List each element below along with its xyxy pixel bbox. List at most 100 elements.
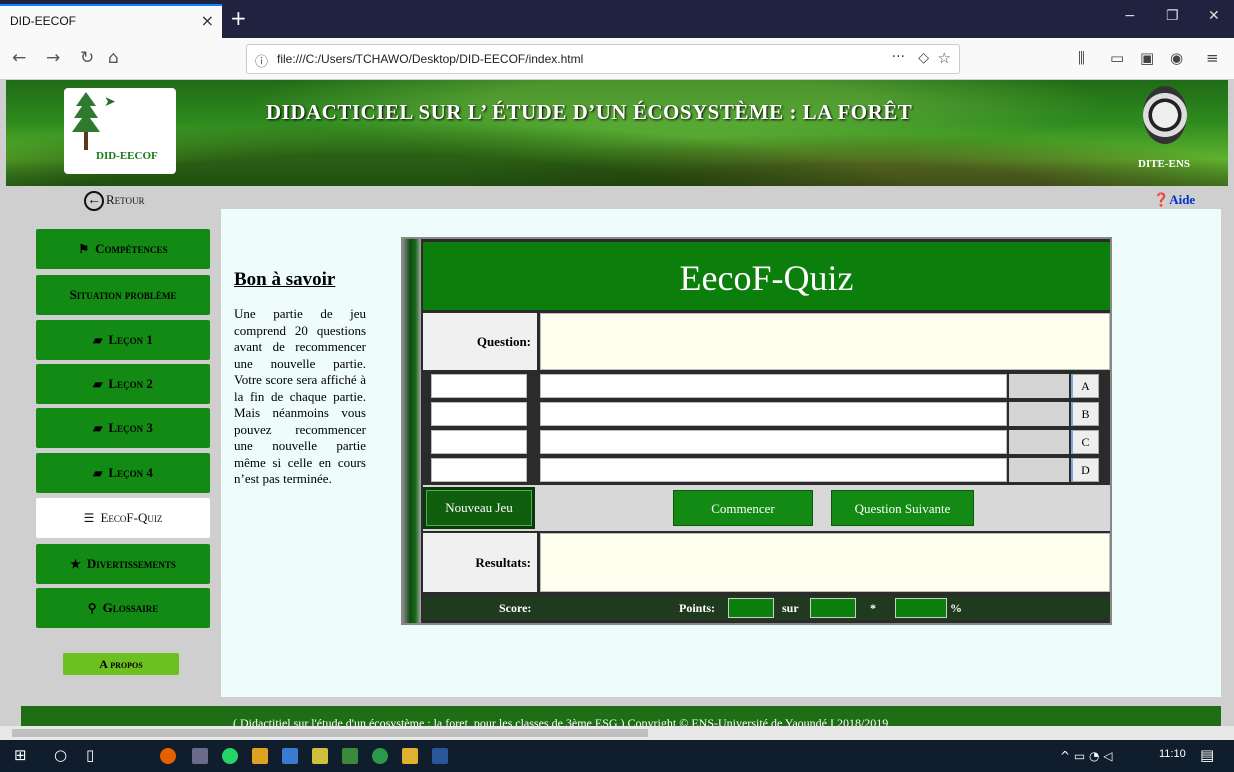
browser-nav-bar: ← → ↻ ⌂ ⓘ file:///C:/Users/TCHAWO/Deskto… [0, 38, 1234, 80]
question-field[interactable] [540, 313, 1110, 370]
aide-label: Aide [1169, 192, 1196, 207]
answer-a-button[interactable]: A [1071, 374, 1099, 398]
sidebar-item-lecon-4[interactable]: ▰ Leçon 4 [36, 453, 210, 493]
answer-a-text [540, 374, 1007, 398]
aide-link[interactable]: ❓Aide [1153, 192, 1195, 208]
bon-a-savoir-text: Une partie de jeu comprend 20 questions … [234, 306, 366, 486]
retour-link[interactable]: ← Retour [84, 191, 145, 211]
sur-field [810, 598, 856, 618]
whatsapp-icon[interactable] [222, 748, 238, 764]
notes-icon[interactable] [312, 748, 328, 764]
bird-icon: ➤ [104, 94, 116, 110]
percent-label: % [950, 601, 962, 615]
answer-a-gap [1009, 374, 1069, 398]
new-tab-button[interactable]: + [230, 6, 247, 30]
pocket-icon[interactable]: ◇ [918, 50, 929, 66]
flag-icon: ⚑ [78, 242, 90, 256]
restore-icon[interactable]: ❐ [1166, 8, 1179, 24]
quiz-title: EecoF-Quiz [423, 242, 1110, 310]
sidebar-item-label: Leçon 2 [108, 376, 153, 391]
sur-label: sur [782, 601, 799, 615]
browser-tab-bar: DID-EECOF × + − ❐ ✕ [0, 0, 1234, 38]
windows-start-icon[interactable]: ⊞ [14, 746, 27, 764]
url-bar[interactable]: ⓘ file:///C:/Users/TCHAWO/Desktop/DID-EE… [246, 44, 960, 74]
nouveau-jeu-button[interactable]: Nouveau Jeu [423, 487, 535, 529]
star-app-icon[interactable] [252, 748, 268, 764]
sidebar-item-label: Compétences [95, 241, 168, 256]
close-window-icon[interactable]: ✕ [1208, 8, 1220, 24]
minimize-icon[interactable]: − [1124, 8, 1136, 24]
resultats-field[interactable] [540, 533, 1110, 592]
menu-icon[interactable]: ≡ [1206, 49, 1219, 67]
apropos-button[interactable]: A propos [63, 653, 179, 675]
points-field [728, 598, 774, 618]
sidebar-item-situation[interactable]: Situation problème [36, 275, 210, 315]
sidebar-item-label: Glossaire [102, 600, 159, 615]
sidebar-item-divertissements[interactable]: ★ Divertissements [36, 544, 210, 584]
answer-b-gap [1009, 402, 1069, 426]
editor-icon[interactable] [342, 748, 358, 764]
back-icon[interactable]: ← [12, 48, 26, 68]
extension-icon[interactable]: ▣ [1140, 49, 1154, 67]
site-logo[interactable]: ➤ DID-EECOF [64, 88, 176, 174]
notification-icon[interactable]: ▤ [1200, 746, 1214, 764]
answer-b-side [431, 402, 527, 426]
page-actions-icon[interactable]: ··· [892, 49, 905, 65]
back-arrow-icon: ← [84, 191, 104, 211]
reload-icon[interactable]: ↻ [80, 48, 94, 68]
tray-icons[interactable]: ^ ▭ ◔ ◁ [1060, 749, 1113, 763]
mail-icon[interactable] [282, 748, 298, 764]
clock[interactable]: 11:10 [1159, 748, 1186, 760]
list-icon: ☰ [83, 511, 95, 525]
sidebar-item-glossaire[interactable]: ⚲ Glossaire [36, 588, 210, 628]
app-icon[interactable] [192, 748, 208, 764]
bookmark-star-icon[interactable]: ☆ [938, 49, 951, 67]
seal-text: DITE-ENS [1138, 158, 1190, 170]
sidebar-item-lecon-2[interactable]: ▰ Leçon 2 [36, 364, 210, 404]
file-explorer-icon[interactable] [402, 748, 418, 764]
url-text[interactable]: file:///C:/Users/TCHAWO/Desktop/DID-EECO… [277, 52, 583, 66]
forward-icon[interactable]: → [46, 48, 60, 68]
score-label: Score: [499, 601, 532, 615]
task-view-icon[interactable]: ▯ [86, 746, 94, 764]
university-seal [1143, 86, 1187, 144]
star-label: * [870, 601, 876, 615]
search-icon: ⚲ [87, 601, 97, 615]
question-suivante-button[interactable]: Question Suivante [831, 490, 974, 526]
answer-c-button[interactable]: C [1071, 430, 1099, 454]
answer-b-button[interactable]: B [1071, 402, 1099, 426]
answer-d-gap [1009, 458, 1069, 482]
site-banner: ➤ DID-EECOF DIDACTICIEL SUR L’ ÉTUDE D’U… [6, 80, 1228, 186]
sidebar-item-label: Leçon 3 [108, 420, 153, 435]
vpn-icon[interactable] [372, 748, 388, 764]
retour-label: Retour [106, 191, 145, 207]
word-icon[interactable] [432, 748, 448, 764]
answer-b-text [540, 402, 1007, 426]
windows-taskbar: ⊞ ○ ▯ ^ ▭ ◔ ◁ 11:10 ▤ [0, 740, 1234, 772]
logo-text: DID-EECOF [96, 150, 158, 162]
commencer-button[interactable]: Commencer [673, 490, 813, 526]
sidebar-toggle-icon[interactable]: ▭ [1110, 49, 1124, 67]
quiz-side-bar [403, 239, 421, 623]
search-circle-icon[interactable]: ○ [54, 746, 67, 764]
horizontal-scrollbar[interactable] [0, 726, 1234, 740]
sidebar-item-eecof-quiz[interactable]: ☰ EecoF-Quiz [36, 498, 210, 538]
home-icon[interactable]: ⌂ [108, 48, 119, 68]
answer-d-button[interactable]: D [1071, 458, 1099, 482]
info-icon[interactable]: ⓘ [255, 51, 268, 70]
answer-c-text [540, 430, 1007, 454]
sidebar-item-competences[interactable]: ⚑ Compétences [36, 229, 210, 269]
star-icon: ★ [70, 557, 81, 571]
answer-d-side [431, 458, 527, 482]
scrollbar-thumb[interactable] [12, 729, 648, 737]
firefox-icon[interactable] [160, 748, 176, 764]
sidebar-item-lecon-3[interactable]: ▰ Leçon 3 [36, 408, 210, 448]
answer-a-side [431, 374, 527, 398]
sidebar-item-lecon-1[interactable]: ▰ Leçon 1 [36, 320, 210, 360]
account-icon[interactable]: ◉ [1170, 49, 1183, 67]
library-icon[interactable]: ⫼ [1078, 49, 1085, 67]
answer-d-text [540, 458, 1007, 482]
tab-close-icon[interactable]: × [201, 11, 214, 30]
book-icon: ▰ [93, 466, 103, 480]
browser-tab[interactable]: DID-EECOF × [0, 4, 222, 38]
